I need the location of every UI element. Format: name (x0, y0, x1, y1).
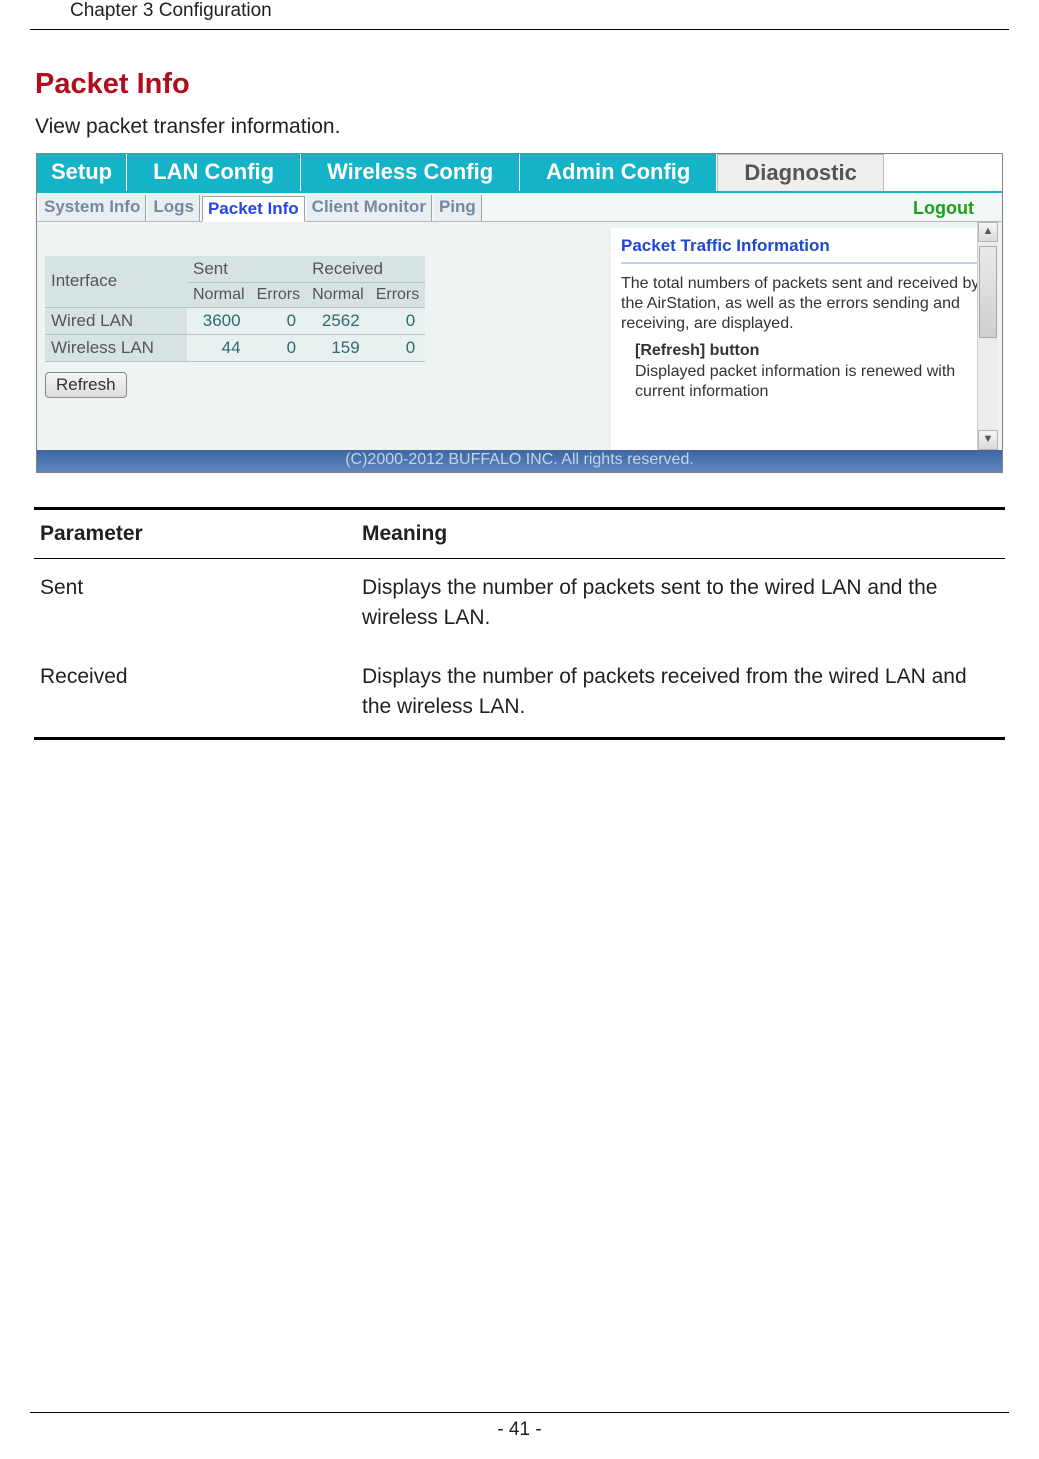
page-footer: - 41 - (30, 1412, 1009, 1441)
page-number: - 41 - (497, 1419, 541, 1440)
info-panel: Packet Traffic Information The total num… (611, 228, 998, 450)
col-received: Received (306, 256, 425, 283)
subtab-client-monitor[interactable]: Client Monitor (307, 195, 432, 221)
sub-tab-bar: System Info Logs Packet Info Client Moni… (37, 193, 1002, 222)
tab-wireless-config[interactable]: Wireless Config (301, 154, 520, 191)
col-interface: Interface (45, 256, 187, 308)
tab-lan-config[interactable]: LAN Config (127, 154, 301, 191)
chapter-label: Chapter 3 Configuration (70, 0, 272, 29)
scroll-down-icon[interactable]: ▼ (978, 430, 998, 450)
param-name: Received (34, 648, 356, 738)
subtab-ping[interactable]: Ping (434, 195, 482, 221)
refresh-button[interactable]: Refresh (45, 372, 127, 398)
param-name: Sent (34, 558, 356, 647)
param-meaning: Displays the number of packets received … (356, 648, 1005, 738)
subtab-packet-info[interactable]: Packet Info (202, 196, 305, 222)
screenshot-body: Interface Sent Received Normal Errors No… (37, 222, 1002, 450)
intro-text: View packet transfer information. (35, 115, 1009, 139)
subtab-system-info[interactable]: System Info (39, 195, 146, 221)
col-sent-errors: Errors (251, 282, 307, 307)
scroll-thumb[interactable] (979, 246, 997, 338)
section-title: Packet Info (35, 68, 1004, 101)
tab-setup[interactable]: Setup (37, 154, 127, 191)
tab-diagnostic[interactable]: Diagnostic (717, 154, 883, 191)
main-tab-bar: Setup LAN Config Wireless Config Admin C… (37, 154, 1002, 193)
table-row: Wired LAN 3600 0 2562 0 (45, 307, 425, 334)
col-recv-normal: Normal (306, 282, 370, 307)
copyright: (C)2000-2012 BUFFALO INC. All rights res… (37, 450, 1002, 472)
table-row: Received Displays the number of packets … (34, 648, 1005, 738)
screenshot-panel: Setup LAN Config Wireless Config Admin C… (36, 153, 1003, 473)
packet-table: Interface Sent Received Normal Errors No… (45, 256, 425, 362)
info-paragraph: The total numbers of packets sent and re… (621, 274, 988, 334)
meaning-header: Meaning (356, 508, 1005, 558)
col-sent: Sent (187, 256, 306, 283)
info-title: Packet Traffic Information (621, 236, 988, 264)
param-meaning: Displays the number of packets sent to t… (356, 558, 1005, 647)
info-paragraph: Displayed packet information is renewed … (635, 362, 988, 402)
col-recv-errors: Errors (370, 282, 426, 307)
info-subhead: [Refresh] button (635, 342, 988, 360)
table-row: Wireless LAN 44 0 159 0 (45, 334, 425, 361)
logout-link[interactable]: Logout (913, 198, 974, 219)
scroll-up-icon[interactable]: ▲ (978, 222, 998, 242)
page-header: Chapter 3 Configuration (30, 0, 1009, 30)
col-sent-normal: Normal (187, 282, 251, 307)
param-header: Parameter (34, 508, 356, 558)
tab-admin-config[interactable]: Admin Config (520, 154, 717, 191)
subtab-logs[interactable]: Logs (148, 195, 200, 221)
table-row: Sent Displays the number of packets sent… (34, 558, 1005, 647)
scroll-track[interactable] (978, 242, 998, 430)
parameter-table: Parameter Meaning Sent Displays the numb… (34, 507, 1005, 740)
scrollbar[interactable]: ▲ ▼ (977, 222, 998, 450)
